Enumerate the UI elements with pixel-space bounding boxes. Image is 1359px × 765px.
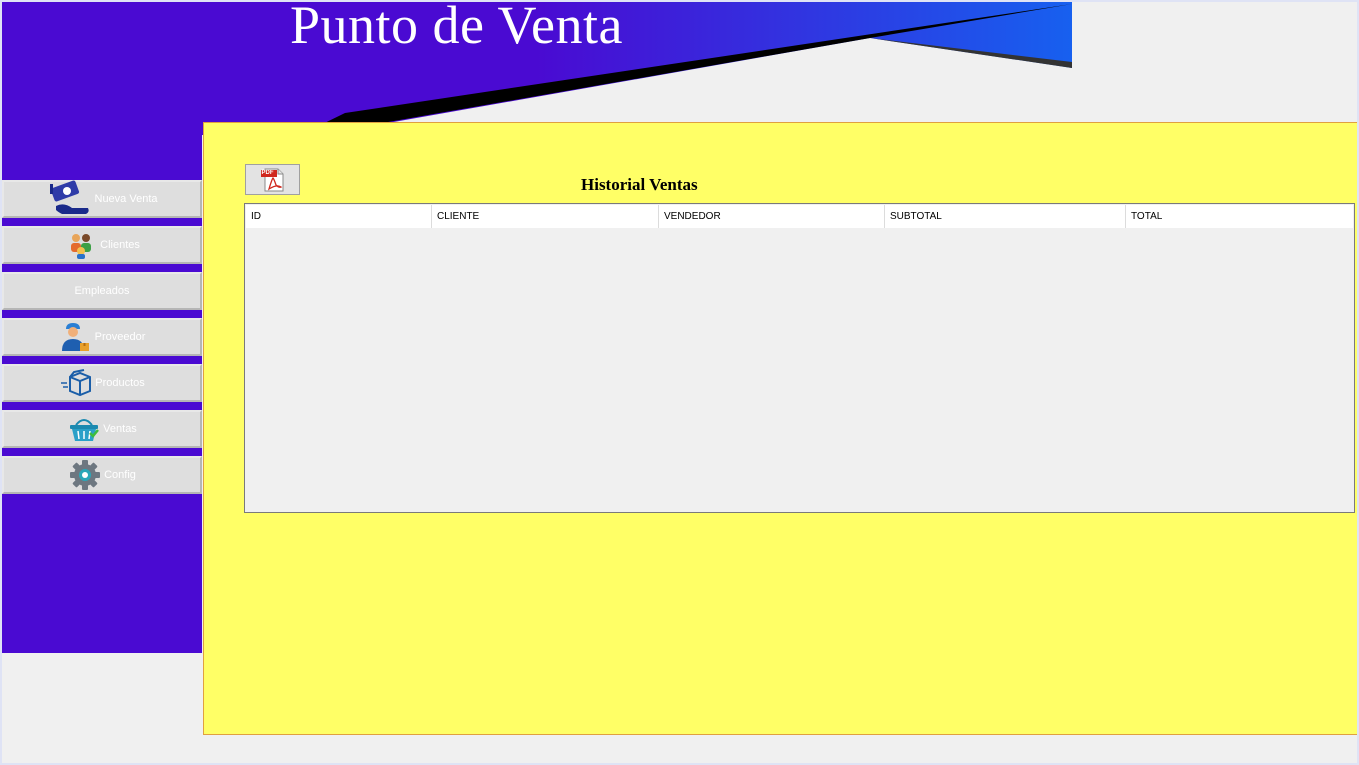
sales-history-panel: PDF Historial Ventas ID CLIENTE VENDEDOR…: [203, 122, 1358, 735]
column-header-cliente[interactable]: CLIENTE: [432, 205, 659, 228]
nav-button-ventas[interactable]: Ventas: [2, 410, 202, 448]
column-header-subtotal[interactable]: SUBTOTAL: [885, 205, 1126, 228]
nav-label-proveedor: Proveedor: [94, 331, 146, 343]
delivery-person-icon: [59, 320, 93, 354]
nav-label-clientes: Clientes: [100, 239, 140, 251]
sales-table[interactable]: ID CLIENTE VENDEDOR SUBTOTAL TOTAL: [244, 203, 1355, 513]
header-banner: Punto de Venta: [0, 0, 1080, 135]
nav-label-config: Config: [104, 469, 136, 481]
gear-icon: [68, 458, 102, 492]
box-icon: [59, 366, 93, 400]
app-title: Punto de Venta: [290, 0, 623, 55]
column-header-vendedor[interactable]: VENDEDOR: [659, 205, 885, 228]
table-body: [246, 228, 1353, 511]
nav-button-empleados[interactable]: Empleados: [2, 272, 202, 310]
nav-button-productos[interactable]: Productos: [2, 364, 202, 402]
nav-button-proveedor[interactable]: Proveedor: [2, 318, 202, 356]
basket-icon: [67, 412, 101, 446]
panel-title: Historial Ventas: [581, 175, 698, 194]
pdf-icon: PDF: [260, 167, 286, 193]
nav-label-nueva-venta: Nueva Venta: [94, 193, 158, 205]
export-pdf-button[interactable]: PDF: [245, 164, 300, 195]
nav-button-nueva-venta[interactable]: Nueva Venta: [2, 180, 202, 218]
nav-button-config[interactable]: Config: [2, 456, 202, 494]
nav-label-empleados: Empleados: [74, 285, 130, 297]
clients-icon: [64, 228, 98, 262]
nav-button-clientes[interactable]: Clientes: [2, 226, 202, 264]
column-header-id[interactable]: ID: [246, 205, 432, 228]
nav-label-ventas: Ventas: [103, 423, 137, 435]
column-header-total[interactable]: TOTAL: [1126, 205, 1353, 228]
pdf-icon-text: PDF: [261, 169, 274, 176]
nav-label-productos: Productos: [95, 377, 145, 389]
money-hand-icon: [47, 180, 95, 216]
table-header: ID CLIENTE VENDEDOR SUBTOTAL TOTAL: [246, 205, 1353, 228]
